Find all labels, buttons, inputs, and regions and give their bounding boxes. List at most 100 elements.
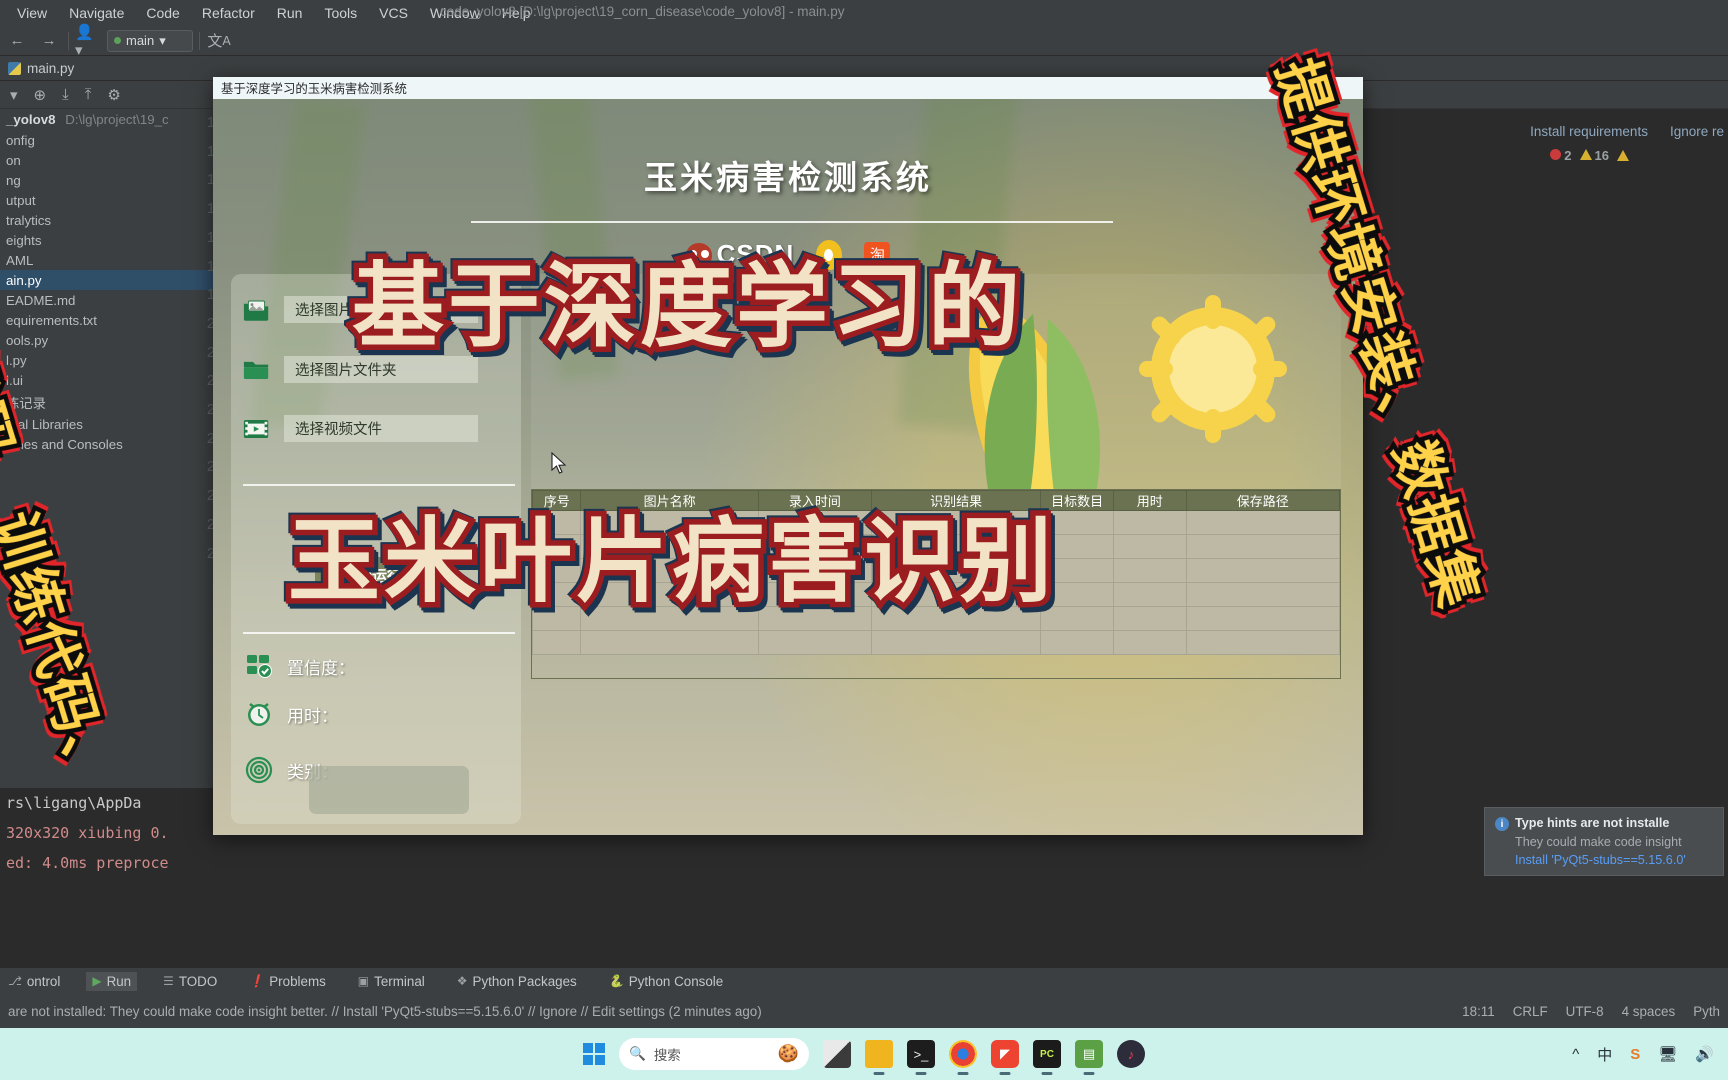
table-header-cell[interactable]: 序号: [531, 490, 582, 511]
forward-arrow-icon[interactable]: →: [36, 30, 62, 52]
app-content: 玉米病害检测系统 CSDN 淘 选择图片文件 选择图片文件夹 选择视频文件 开始…: [213, 99, 1363, 835]
editor-tab-main-py[interactable]: main.py: [27, 61, 74, 76]
toolbar-divider-2: [199, 31, 200, 50]
translate-icon[interactable]: 文A: [206, 30, 232, 52]
table-header-cell[interactable]: 识别结果: [870, 490, 1042, 511]
select-video-file-row[interactable]: 选择视频文件: [243, 415, 478, 442]
pycharm-icon[interactable]: PC: [1033, 1040, 1061, 1068]
table-row[interactable]: [531, 558, 1341, 583]
menu-item-navigate[interactable]: Navigate: [58, 3, 135, 23]
table-header-cell[interactable]: 用时: [1113, 490, 1187, 511]
heading-divider: [471, 221, 1113, 223]
status-line-separator[interactable]: CRLF: [1513, 1004, 1548, 1019]
app-heading: 玉米病害检测系统: [644, 159, 932, 196]
table-row[interactable]: [531, 630, 1341, 655]
chrome-icon[interactable]: [949, 1040, 977, 1068]
table-row[interactable]: [531, 534, 1341, 559]
chevron-down-icon-pane[interactable]: ▾: [10, 86, 18, 104]
status-message: are not installed: They could make code …: [8, 1003, 762, 1019]
toolbar-divider: [68, 31, 69, 50]
control-divider-bottom: [243, 632, 515, 634]
csdn-monkey-icon: [685, 242, 712, 267]
status-encoding[interactable]: UTF-8: [1566, 1004, 1604, 1019]
menu-item-code[interactable]: Code: [135, 3, 190, 23]
notification-popup: i Type hints are not installe They could…: [1484, 807, 1724, 876]
tool-window-bar: ⎇ ontrol ▶ Run ☰ TODO ❗ Problems ▣ Terminal ❖…: [0, 968, 1728, 994]
run-configuration-selector[interactable]: main ▾: [107, 29, 193, 52]
menu-item-vcs[interactable]: VCS: [368, 3, 419, 23]
console-line: 320x320 xiubing 0.: [6, 824, 169, 842]
project-root-path: D:\lg\project\19_c: [65, 112, 169, 127]
back-arrow-icon[interactable]: ←: [4, 30, 30, 52]
gear-icon[interactable]: ⚙: [107, 86, 120, 104]
results-table[interactable]: 序号 图片名称 录入时间 识别结果 目标数目 用时 保存路径: [531, 489, 1341, 679]
tray-expand-icon[interactable]: ^: [1572, 1046, 1579, 1063]
tool-window-version-control[interactable]: ⎇ ontrol: [2, 972, 66, 991]
control-panel: 选择图片文件 选择图片文件夹 选择视频文件 开始运行 › 置信度： 用时：: [231, 274, 521, 824]
start-run-button[interactable]: 开始运行 ›: [315, 557, 440, 593]
locate-icon[interactable]: ⊕: [34, 86, 47, 104]
tool-window-python-console[interactable]: 🐍 Python Console: [603, 972, 730, 991]
select-image-folder-button[interactable]: 选择图片文件夹: [284, 356, 478, 383]
collapse-icon[interactable]: ⤓: [62, 86, 69, 103]
target-icon: [245, 756, 273, 784]
terminal-icon[interactable]: >_: [907, 1040, 935, 1068]
tool-window-problems[interactable]: ❗ Problems: [243, 972, 332, 991]
csdn-label: CSDN: [716, 239, 795, 269]
tool-window-terminal[interactable]: ▣ Terminal: [352, 972, 431, 991]
elapsed-row: 用时：: [245, 700, 338, 728]
sogou-icon[interactable]: S: [1630, 1046, 1640, 1063]
warning-count[interactable]: 16: [1579, 148, 1609, 163]
table-header-cell[interactable]: 图片名称: [580, 490, 759, 511]
expand-icon[interactable]: ⤒: [85, 86, 92, 103]
python-icon: 🐍: [608, 974, 624, 988]
minimize-button[interactable]: —: [1303, 77, 1337, 99]
tool-window-python-packages[interactable]: ❖ Python Packages: [451, 972, 583, 991]
media-icon[interactable]: ♪: [1117, 1040, 1145, 1068]
folder-icon: [243, 361, 269, 379]
tool-window-run[interactable]: ▶ Run: [86, 971, 138, 991]
volume-icon[interactable]: 🔊: [1695, 1045, 1714, 1063]
table-header-cell[interactable]: 目标数目: [1040, 490, 1114, 511]
ime-icon[interactable]: 中: [1597, 1044, 1612, 1065]
start-button[interactable]: [583, 1043, 605, 1065]
select-image-file-row[interactable]: 选择图片文件: [243, 296, 478, 323]
status-indent[interactable]: 4 spaces: [1622, 1004, 1676, 1019]
table-header-cell[interactable]: 录入时间: [757, 490, 872, 511]
status-interpreter[interactable]: Pyth: [1693, 1004, 1720, 1019]
foxmail-icon[interactable]: ◤: [991, 1040, 1019, 1068]
corn-disease-app-window: 基于深度学习的玉米病害检测系统 — 玉米病害检测系统 CSDN 淘 选择图片文件…: [213, 77, 1363, 835]
table-row[interactable]: [531, 510, 1341, 535]
install-requirements-link[interactable]: Install requirements: [1530, 124, 1648, 139]
ignore-requirements-link[interactable]: Ignore re: [1670, 124, 1724, 139]
menu-item-view[interactable]: View: [6, 3, 58, 23]
table-header-cell[interactable]: 保存路径: [1185, 490, 1341, 511]
elapsed-label: 用时：: [287, 706, 338, 726]
person-icon[interactable]: 👤▾: [75, 24, 101, 59]
task-view-icon[interactable]: [823, 1040, 851, 1068]
list-icon: ☰: [163, 974, 174, 988]
notification-install-link[interactable]: Install 'PyQt5-stubs==5.15.6.0': [1515, 853, 1713, 867]
select-image-folder-row[interactable]: 选择图片文件夹: [243, 356, 478, 383]
image-file-icon: [243, 300, 269, 321]
video-file-icon: [243, 419, 269, 438]
tool-window-todo[interactable]: ☰ TODO: [157, 972, 223, 991]
menu-item-run[interactable]: Run: [266, 3, 314, 23]
select-video-file-button[interactable]: 选择视频文件: [284, 415, 478, 442]
ide-window-title: code_yolov8 [D:\lg\project\19_corn_disea…: [440, 4, 845, 19]
mouse-cursor: [551, 452, 567, 474]
search-icon: 🔍: [629, 1046, 646, 1061]
error-count[interactable]: 2: [1550, 148, 1572, 163]
table-row[interactable]: [531, 606, 1341, 631]
table-row[interactable]: [531, 582, 1341, 607]
select-image-file-button[interactable]: 选择图片文件: [284, 296, 478, 323]
file-explorer-icon[interactable]: [865, 1040, 893, 1068]
status-bar: are not installed: They could make code …: [0, 994, 1728, 1028]
search-input[interactable]: 🔍 搜索 🍪: [619, 1038, 809, 1070]
app-icon[interactable]: ▤: [1075, 1040, 1103, 1068]
chevron-down-icon: ▾: [159, 32, 166, 48]
network-icon[interactable]: 🖥: [1658, 1045, 1677, 1063]
menu-item-refactor[interactable]: Refactor: [191, 3, 266, 23]
chevron-right-icon: ›: [408, 566, 413, 584]
menu-item-tools[interactable]: Tools: [313, 3, 368, 23]
